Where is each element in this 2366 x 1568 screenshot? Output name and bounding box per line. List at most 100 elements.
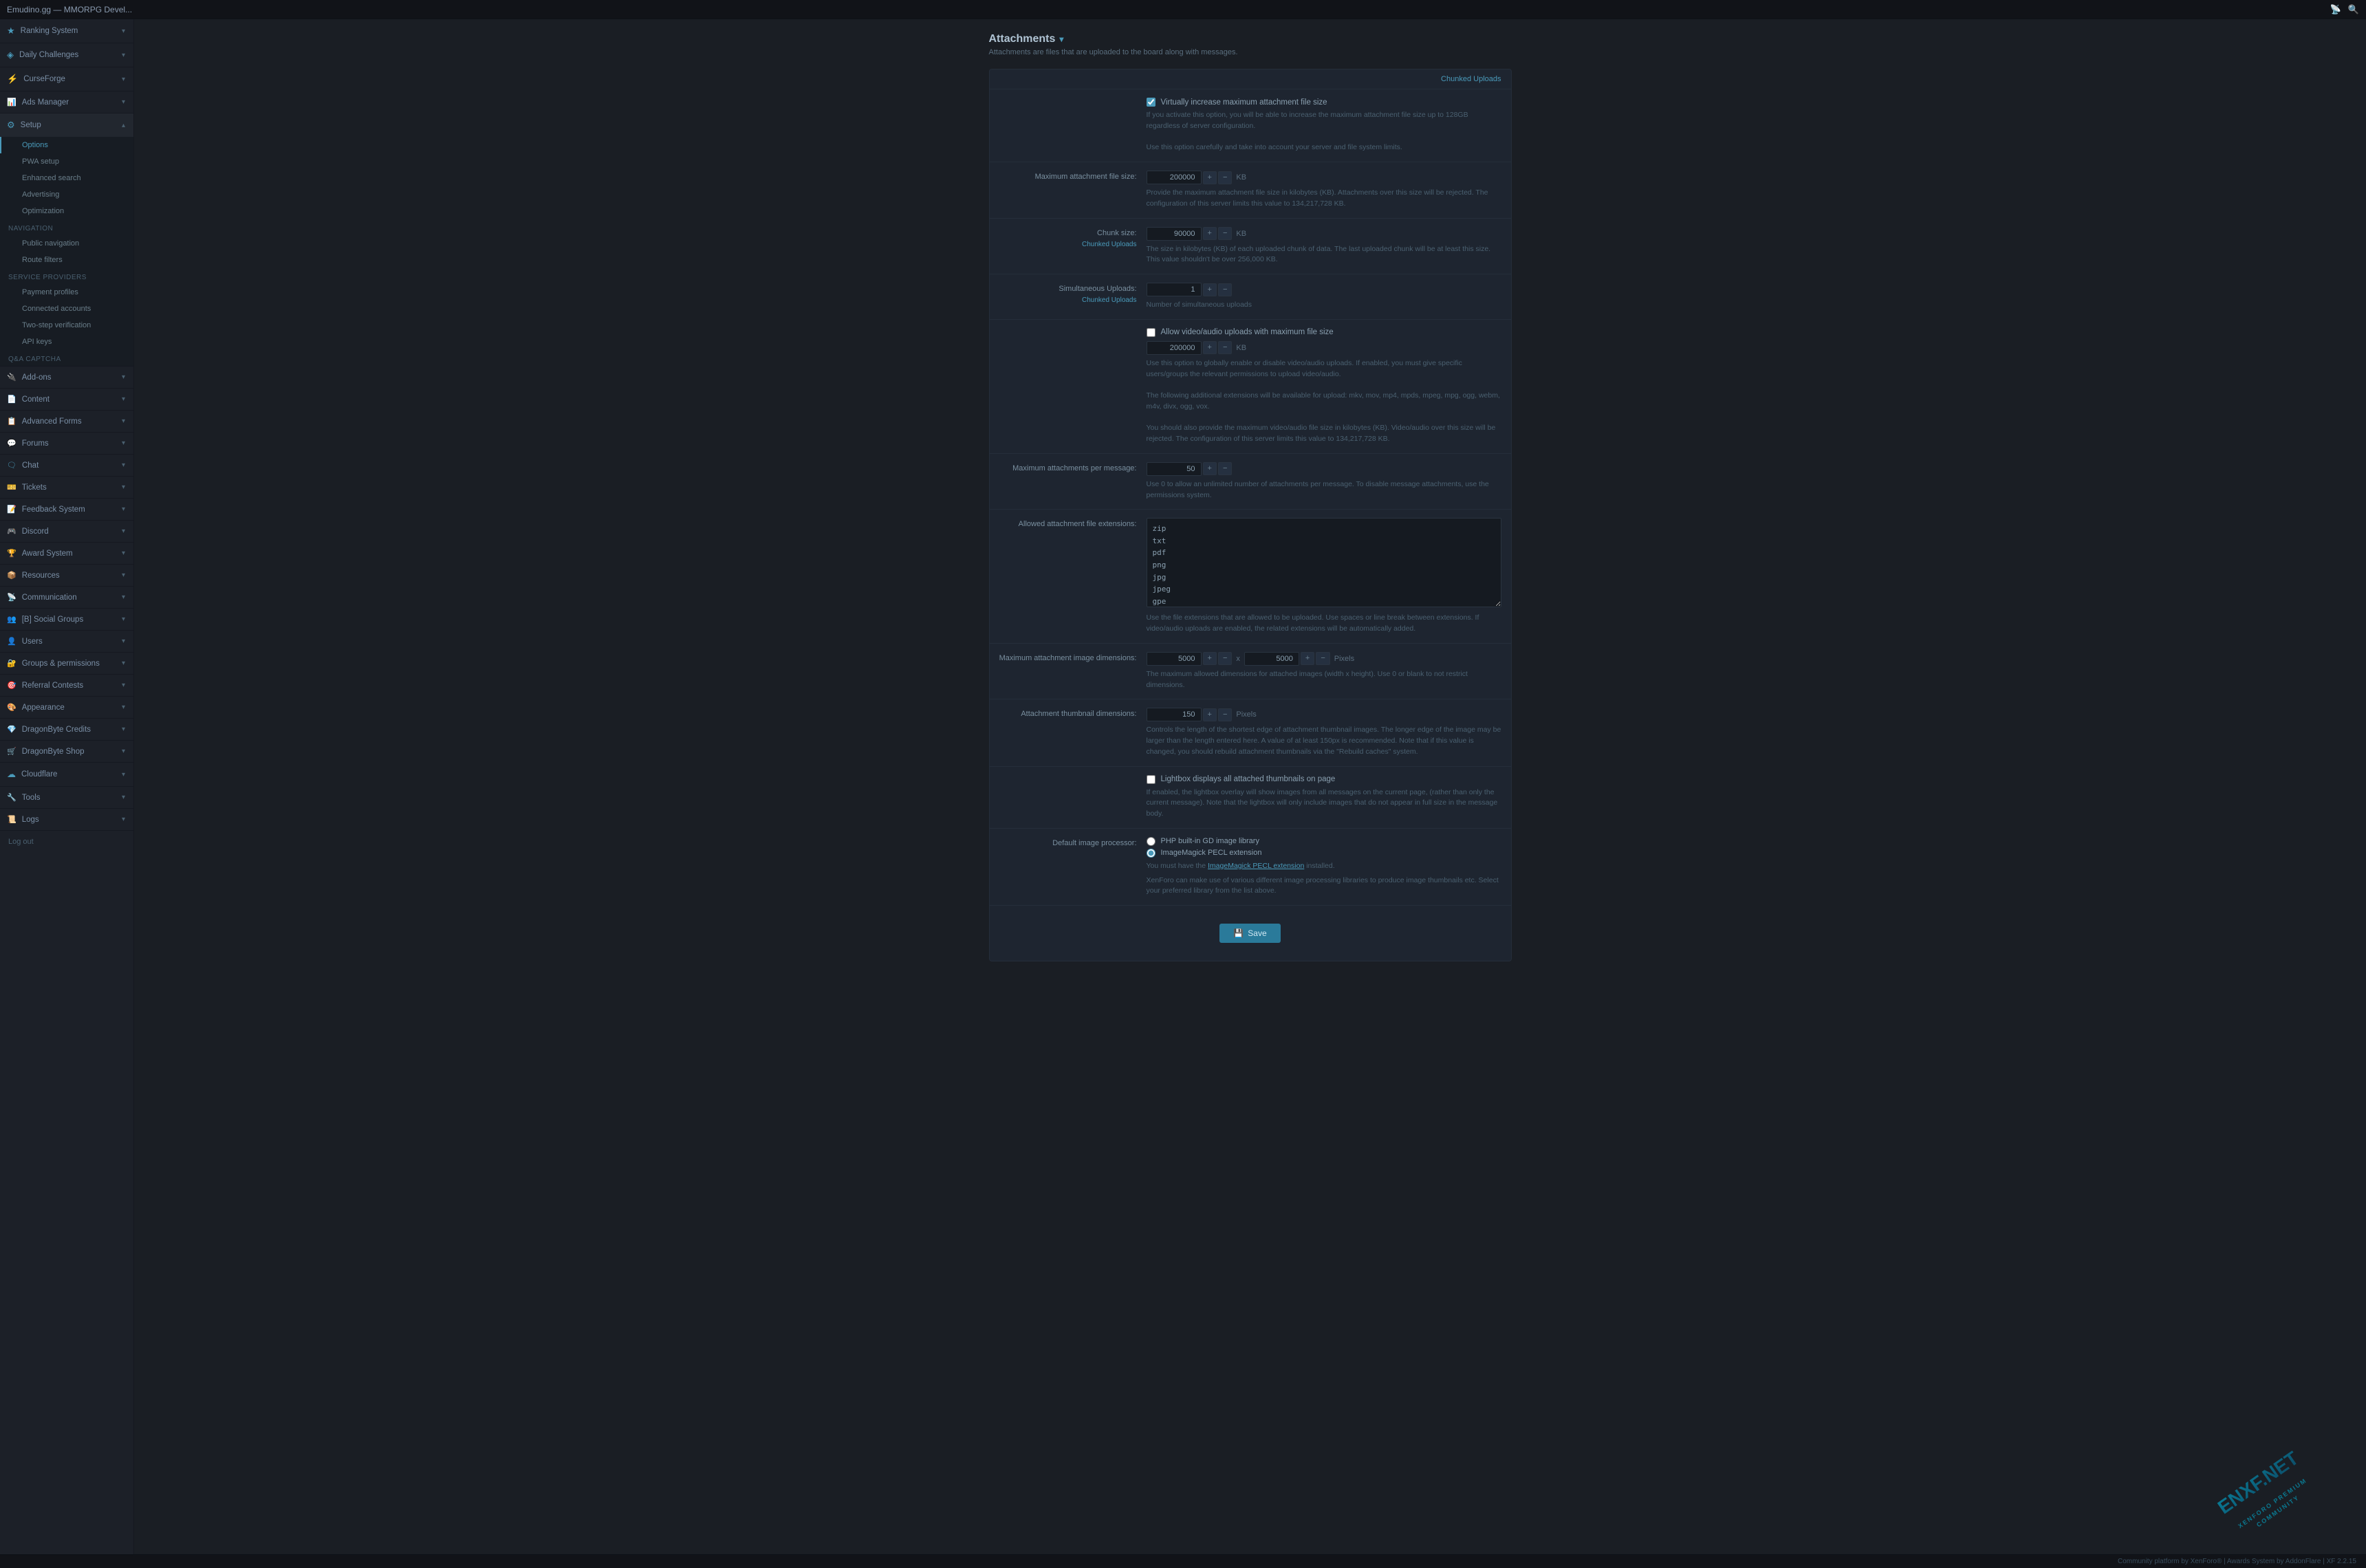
sidebar-item-feedback-system[interactable]: 📝Feedback System ▾ (0, 499, 133, 520)
row-allow-video-audio: Allow video/audio uploads with maximum f… (990, 320, 1511, 454)
row-simultaneous-uploads: Simultaneous Uploads: Chunked Uploads + … (990, 274, 1511, 320)
virtually-increase-label[interactable]: Virtually increase maximum attachment fi… (1161, 98, 1327, 107)
sidebar-item-forums[interactable]: 💬Forums ▾ (0, 433, 133, 454)
max-attachments-down[interactable]: − (1218, 462, 1232, 475)
gd-radio[interactable] (1147, 837, 1155, 846)
sidebar-section-users: 👤Users ▾ (0, 631, 133, 653)
sidebar-item-setup[interactable]: ⚙Setup ▴ (0, 113, 133, 137)
sidebar-section-groups-permissions: 🔐Groups & permissions ▾ (0, 653, 133, 675)
title-arrow[interactable]: ▾ (1059, 34, 1063, 44)
sidebar-item-dragonbyte-shop[interactable]: 🛒DragonByte Shop ▾ (0, 741, 133, 762)
imagick-radio[interactable] (1147, 849, 1155, 858)
max-attachments-up[interactable]: + (1203, 462, 1217, 475)
image-width-down[interactable]: − (1218, 652, 1232, 665)
lightbox-label[interactable]: Lightbox displays all attached thumbnail… (1161, 775, 1336, 783)
chunk-size-chunked-link[interactable]: Chunked Uploads (999, 240, 1137, 250)
max-attachment-size-input[interactable] (1147, 171, 1202, 184)
sidebar-subitem-optimization[interactable]: Optimization (0, 203, 133, 219)
sidebar-item-cloudflare[interactable]: ☁Cloudflare ▾ (0, 763, 133, 786)
sidebar-subitem-connected-accounts[interactable]: Connected accounts (0, 301, 133, 317)
allow-video-audio-checkbox[interactable] (1147, 328, 1155, 337)
content-image-processor: PHP built-in GD image library ImageMagic… (1147, 837, 1501, 897)
virtually-increase-checkbox[interactable] (1147, 98, 1155, 107)
video-audio-size-down[interactable]: − (1218, 341, 1232, 354)
video-audio-desc: Use this option to globally enable or di… (1147, 358, 1501, 445)
row-max-image-dimensions: Maximum attachment image dimensions: + −… (990, 644, 1511, 700)
lightbox-checkbox[interactable] (1147, 775, 1155, 784)
allowed-extensions-textarea[interactable]: zip txt pdf png jpg jpeg gpe gif 7z lua … (1147, 518, 1501, 607)
sidebar-item-social-groups[interactable]: 👥[B] Social Groups ▾ (0, 609, 133, 630)
max-attachment-size-down[interactable]: − (1218, 171, 1232, 184)
video-audio-size-input[interactable] (1147, 341, 1202, 355)
chunk-size-up[interactable]: + (1203, 227, 1217, 240)
allow-video-audio-label[interactable]: Allow video/audio uploads with maximum f… (1161, 328, 1334, 336)
sidebar-item-discord[interactable]: 🎮Discord ▾ (0, 521, 133, 542)
sidebar-item-tickets[interactable]: 🎫Tickets ▾ (0, 477, 133, 498)
sidebar-section-addons: 🔌Add-ons ▾ (0, 367, 133, 389)
sidebar-subitem-public-navigation[interactable]: Public navigation (0, 235, 133, 252)
row-lightbox: Lightbox displays all attached thumbnail… (990, 767, 1511, 829)
sidebar-subitem-enhanced-search[interactable]: Enhanced search (0, 170, 133, 186)
save-button[interactable]: 💾 Save (1219, 924, 1280, 943)
imagick-link[interactable]: ImageMagick PECL extension (1208, 862, 1304, 870)
max-attachments-input[interactable] (1147, 462, 1202, 476)
sidebar-section-daily-challenges: ◈Daily Challenges ▾ (0, 43, 133, 67)
sidebar-item-communication[interactable]: 📡Communication ▾ (0, 587, 133, 608)
sidebar-item-ranking-system[interactable]: ★Ranking System ▾ (0, 19, 133, 43)
thumbnail-size-up[interactable]: + (1203, 708, 1217, 721)
sidebar-item-advanced-forms[interactable]: 📋Advanced Forms ▾ (0, 411, 133, 432)
save-icon: 💾 (1233, 928, 1244, 938)
sidebar-item-curseforge[interactable]: ⚡CurseForge ▾ (0, 67, 133, 91)
sidebar-item-daily-challenges[interactable]: ◈Daily Challenges ▾ (0, 43, 133, 67)
chunked-uploads-toggle[interactable]: Chunked Uploads (1441, 75, 1501, 83)
layout: ★Ranking System ▾ ◈Daily Challenges ▾ ⚡C… (0, 19, 2366, 1554)
sidebar-item-addons[interactable]: 🔌Add-ons ▾ (0, 367, 133, 388)
logout-link[interactable]: Log out (0, 831, 133, 853)
search-icon[interactable]: 🔍 (2348, 4, 2359, 15)
image-width-input[interactable] (1147, 652, 1202, 666)
content-allow-video-audio: Allow video/audio uploads with maximum f… (1147, 328, 1501, 445)
simultaneous-uploads-down[interactable]: − (1218, 283, 1232, 296)
chunk-size-input[interactable] (1147, 227, 1202, 241)
image-height-input[interactable] (1244, 652, 1299, 666)
image-height-down[interactable]: − (1316, 652, 1329, 665)
sidebar-section-ads-manager: 📊Ads Manager ▾ (0, 91, 133, 113)
gd-label[interactable]: PHP built-in GD image library (1161, 837, 1259, 845)
sidebar-item-resources[interactable]: 📦Resources ▾ (0, 565, 133, 586)
sidebar-subitem-options[interactable]: Options (0, 137, 133, 153)
broadcast-icon[interactable]: 📡 (2330, 4, 2341, 15)
thumbnail-size-down[interactable]: − (1218, 708, 1232, 721)
sidebar-item-chat[interactable]: 🗨Chat ▾ (0, 455, 133, 476)
image-height-up[interactable]: + (1301, 652, 1314, 665)
sidebar-item-logs[interactable]: 📜Logs ▾ (0, 809, 133, 830)
sidebar-item-users[interactable]: 👤Users ▾ (0, 631, 133, 652)
sidebar-item-ads-manager[interactable]: 📊Ads Manager ▾ (0, 91, 133, 113)
max-attachment-size-up[interactable]: + (1203, 171, 1217, 184)
row-virtually-increase-label (999, 98, 1137, 99)
sidebar-subitem-payment-profiles[interactable]: Payment profiles (0, 284, 133, 301)
footer: Community platform by XenForo® | Awards … (0, 1554, 2366, 1568)
sidebar-subitem-route-filters[interactable]: Route filters (0, 252, 133, 268)
imagick-label[interactable]: ImageMagick PECL extension (1161, 849, 1262, 857)
video-audio-size-up[interactable]: + (1203, 341, 1217, 354)
sidebar-section-cloudflare: ☁Cloudflare ▾ (0, 763, 133, 787)
simultaneous-uploads-input[interactable] (1147, 283, 1202, 296)
image-width-up[interactable]: + (1203, 652, 1217, 665)
sidebar-item-tools[interactable]: 🔧Tools ▾ (0, 787, 133, 808)
sidebar-item-groups-permissions[interactable]: 🔐Groups & permissions ▾ (0, 653, 133, 674)
sidebar-item-dragonbyte-credits[interactable]: 💎DragonByte Credits ▾ (0, 719, 133, 740)
chunk-size-down[interactable]: − (1218, 227, 1232, 240)
sidebar-item-award-system[interactable]: 🏆Award System ▾ (0, 543, 133, 564)
sidebar-section-resources: 📦Resources ▾ (0, 565, 133, 587)
simultaneous-uploads-chunked-link[interactable]: Chunked Uploads (999, 296, 1137, 305)
sidebar-subitem-two-step-verification[interactable]: Two-step verification (0, 317, 133, 334)
sidebar-item-appearance[interactable]: 🎨Appearance ▾ (0, 697, 133, 718)
sidebar-subitem-api-keys[interactable]: API keys (0, 334, 133, 350)
sidebar-item-referral-contests[interactable]: 🎯Referral Contests ▾ (0, 675, 133, 696)
sidebar-subitem-advertising[interactable]: Advertising (0, 186, 133, 203)
sidebar-subitem-pwa[interactable]: PWA setup (0, 153, 133, 170)
simultaneous-uploads-up[interactable]: + (1203, 283, 1217, 296)
sidebar-item-content[interactable]: 📄Content ▾ (0, 389, 133, 410)
thumbnail-size-input[interactable] (1147, 708, 1202, 721)
row-allowed-extensions: Allowed attachment file extensions: zip … (990, 510, 1511, 644)
